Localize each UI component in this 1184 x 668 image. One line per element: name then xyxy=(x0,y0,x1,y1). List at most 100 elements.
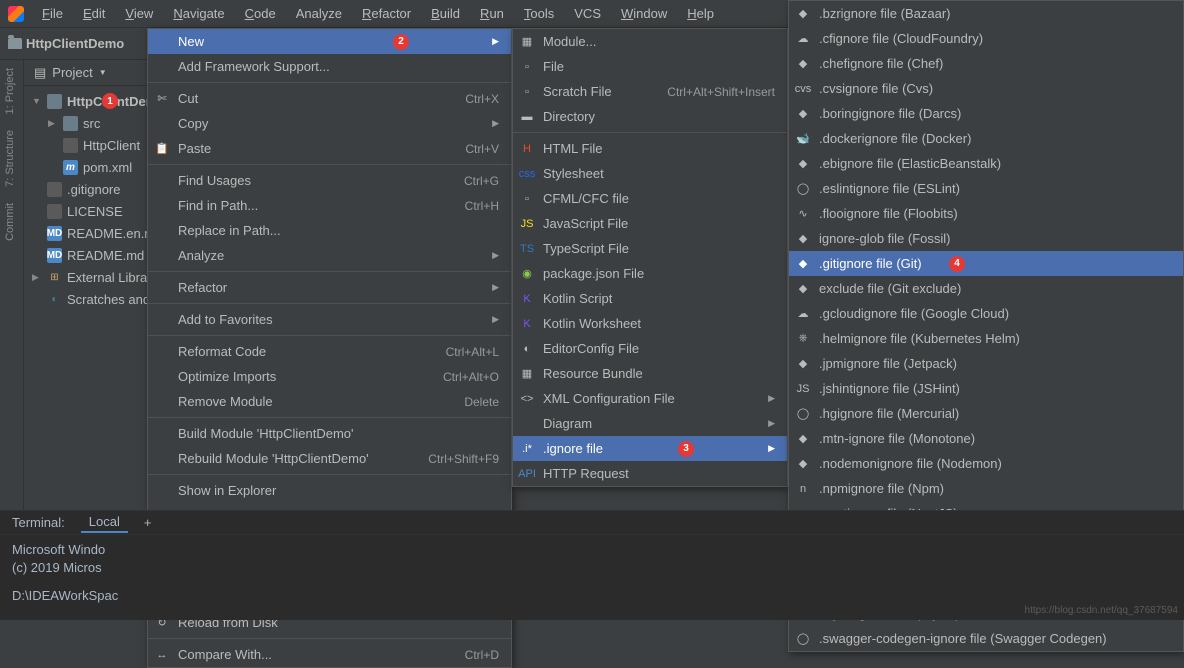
submenu-arrow-icon: ▶ xyxy=(472,36,499,47)
menubar-item-vcs[interactable]: VCS xyxy=(564,2,611,25)
new-item[interactable]: ▦Module... xyxy=(513,29,787,54)
context-item[interactable]: Analyze▶ xyxy=(148,243,511,268)
menubar-item-analyze[interactable]: Analyze xyxy=(286,2,352,25)
tree-row-label: External Libra xyxy=(67,270,147,285)
new-item[interactable]: ▦Resource Bundle xyxy=(513,361,787,386)
new-item[interactable]: HHTML File xyxy=(513,136,787,161)
ignore-item[interactable]: ◆.bzrignore file (Bazaar) xyxy=(789,1,1183,26)
menubar-item-code[interactable]: Code xyxy=(235,2,286,25)
new-item[interactable]: <>XML Configuration File▶ xyxy=(513,386,787,411)
stripe-button-structure[interactable]: 7: Structure xyxy=(0,122,20,195)
terminal-line: Microsoft Windo xyxy=(12,541,1172,559)
context-item[interactable]: Remove ModuleDelete xyxy=(148,389,511,414)
context-item[interactable]: 📋PasteCtrl+V xyxy=(148,136,511,161)
menu-item-shortcut: Ctrl+G xyxy=(434,174,499,188)
context-item[interactable]: New▶2 xyxy=(148,29,511,54)
menubar-item-help[interactable]: Help xyxy=(677,2,724,25)
context-item[interactable]: Add to Favorites▶ xyxy=(148,307,511,332)
ignore-item[interactable]: ◯.hgignore file (Mercurial) xyxy=(789,401,1183,426)
new-item[interactable]: ▫File xyxy=(513,54,787,79)
terminal-add-tab-button[interactable]: + xyxy=(144,515,152,530)
menubar-item-view[interactable]: View xyxy=(115,2,163,25)
new-item[interactable]: cssStylesheet xyxy=(513,161,787,186)
ignore-item[interactable]: ◆.nodemonignore file (Nodemon) xyxy=(789,451,1183,476)
new-item[interactable]: ◉package.json File xyxy=(513,261,787,286)
ignore-item[interactable]: 🐋.dockerignore file (Docker) xyxy=(789,126,1183,151)
new-item[interactable]: JSJavaScript File xyxy=(513,211,787,236)
stripe-button-commit[interactable]: Commit xyxy=(0,195,20,249)
new-item[interactable]: .i*.ignore file▶3 xyxy=(513,436,787,461)
ignore-item[interactable]: ◆.mtn-ignore file (Monotone) xyxy=(789,426,1183,451)
menu-item-icon: cvs xyxy=(795,81,811,97)
new-item[interactable]: TSTypeScript File xyxy=(513,236,787,261)
tree-arrow-icon: ▼ xyxy=(32,96,42,106)
ignore-item[interactable]: cvs.cvsignore file (Cvs) xyxy=(789,76,1183,101)
ignore-item[interactable]: ◯.eslintignore file (ESLint) xyxy=(789,176,1183,201)
menubar-item-edit[interactable]: Edit xyxy=(73,2,115,25)
menubar-item-window[interactable]: Window xyxy=(611,2,677,25)
menu-item-label: .eslintignore file (ESLint) xyxy=(819,181,960,196)
context-item[interactable]: Optimize ImportsCtrl+Alt+O xyxy=(148,364,511,389)
submenu-arrow-icon: ▶ xyxy=(748,443,775,454)
ignore-item[interactable]: ◯.swagger-codegen-ignore file (Swagger C… xyxy=(789,626,1183,651)
context-item[interactable]: Find in Path...Ctrl+H xyxy=(148,193,511,218)
menu-item-icon: ⎈ xyxy=(795,331,811,347)
m-icon: m xyxy=(63,160,78,175)
context-item[interactable]: Copy▶ xyxy=(148,111,511,136)
ignore-item[interactable]: ◆.boringignore file (Darcs) xyxy=(789,101,1183,126)
menubar-item-file[interactable]: File xyxy=(32,2,73,25)
menu-item-icon: API xyxy=(519,466,535,482)
tree-row-label: .gitignore xyxy=(67,182,120,197)
terminal-tab-local[interactable]: Local xyxy=(81,512,128,533)
menubar-item-navigate[interactable]: Navigate xyxy=(163,2,234,25)
submenu-arrow-icon: ▶ xyxy=(472,118,499,129)
ignore-item[interactable]: ☁.cfignore file (CloudFoundry) xyxy=(789,26,1183,51)
context-item[interactable]: Rebuild Module 'HttpClientDemo'Ctrl+Shif… xyxy=(148,446,511,471)
breadcrumb[interactable]: HttpClientDemo xyxy=(8,36,124,51)
context-item[interactable]: Build Module 'HttpClientDemo' xyxy=(148,421,511,446)
menubar-item-build[interactable]: Build xyxy=(421,2,470,25)
context-item[interactable]: Refactor▶ xyxy=(148,275,511,300)
menu-item-icon: ▫ xyxy=(519,84,535,100)
ignore-item[interactable]: ⎈.helmignore file (Kubernetes Helm) xyxy=(789,326,1183,351)
new-item[interactable]: ▬Directory xyxy=(513,104,787,129)
menu-item-label: TypeScript File xyxy=(543,241,629,256)
context-item[interactable]: Add Framework Support... xyxy=(148,54,511,79)
new-item[interactable]: ▫CFML/CFC file xyxy=(513,186,787,211)
context-item[interactable]: Replace in Path... xyxy=(148,218,511,243)
menubar-item-tools[interactable]: Tools xyxy=(514,2,564,25)
new-item[interactable]: Diagram▶ xyxy=(513,411,787,436)
context-item[interactable]: ✄CutCtrl+X xyxy=(148,86,511,111)
context-item[interactable]: ↔Compare With...Ctrl+D xyxy=(148,642,511,667)
menu-item-shortcut: Delete xyxy=(434,395,499,409)
menubar-item-refactor[interactable]: Refactor xyxy=(352,2,421,25)
ignore-item[interactable]: ◆ignore-glob file (Fossil) xyxy=(789,226,1183,251)
menu-item-label: Kotlin Worksheet xyxy=(543,316,641,331)
context-item[interactable]: Show in Explorer xyxy=(148,478,511,503)
ignore-item[interactable]: ◆exclude file (Git exclude) xyxy=(789,276,1183,301)
stripe-button-project[interactable]: 1: Project xyxy=(0,60,20,122)
ignore-item[interactable]: n.npmignore file (Npm) xyxy=(789,476,1183,501)
submenu-arrow-icon: ▶ xyxy=(472,282,499,293)
ignore-item[interactable]: JS.jshintignore file (JSHint) xyxy=(789,376,1183,401)
ignore-item[interactable]: ☁.gcloudignore file (Google Cloud) xyxy=(789,301,1183,326)
menu-item-icon: ▦ xyxy=(519,366,535,382)
ignore-item[interactable]: ◆.chefignore file (Chef) xyxy=(789,51,1183,76)
menubar-item-run[interactable]: Run xyxy=(470,2,514,25)
context-item[interactable]: Find UsagesCtrl+G xyxy=(148,168,511,193)
menu-item-label: .gitignore file (Git) xyxy=(819,256,922,271)
ignore-item[interactable]: ◆.ebignore file (ElasticBeanstalk) xyxy=(789,151,1183,176)
new-item[interactable]: ◐EditorConfig File xyxy=(513,336,787,361)
context-item[interactable]: Reformat CodeCtrl+Alt+L xyxy=(148,339,511,364)
ignore-item[interactable]: ◆.gitignore file (Git)4 xyxy=(789,251,1183,276)
new-item[interactable]: APIHTTP Request xyxy=(513,461,787,486)
terminal-body[interactable]: Microsoft Windo (c) 2019 Micros D:\IDEAW… xyxy=(0,535,1184,611)
new-item[interactable]: KKotlin Worksheet xyxy=(513,311,787,336)
scratch-icon: ◐ xyxy=(47,292,62,307)
new-item[interactable]: ▫Scratch FileCtrl+Alt+Shift+Insert xyxy=(513,79,787,104)
menu-item-shortcut: Ctrl+Shift+F9 xyxy=(398,452,499,466)
ignore-item[interactable]: ∿.flooignore file (Floobits) xyxy=(789,201,1183,226)
menu-item-label: Add to Favorites xyxy=(178,312,273,327)
ignore-item[interactable]: ◆.jpmignore file (Jetpack) xyxy=(789,351,1183,376)
new-item[interactable]: KKotlin Script xyxy=(513,286,787,311)
